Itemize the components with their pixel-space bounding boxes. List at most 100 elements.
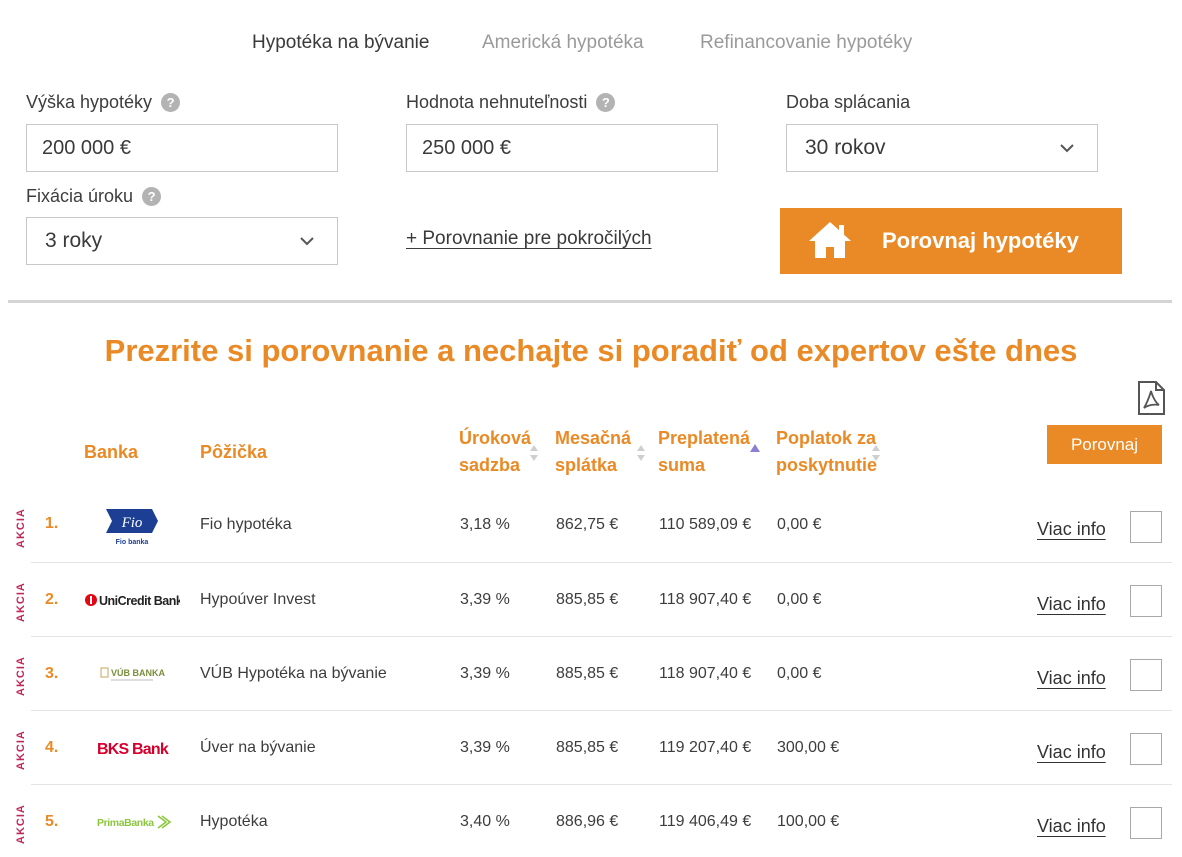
rank: 3. <box>45 665 59 682</box>
header-fee[interactable]: Poplatok za poskytnutie <box>776 425 877 479</box>
svg-text:VÚB BANKA: VÚB BANKA <box>111 667 166 678</box>
loan-name: Úver na bývanie <box>200 739 316 756</box>
more-info-link[interactable]: Viac info <box>1037 816 1106 837</box>
overpaid-sum: 118 907,40 € <box>659 591 752 608</box>
sort-icon[interactable] <box>529 444 539 462</box>
tab-americka-hypoteka[interactable]: Americká hypotéka <box>482 30 644 56</box>
table-row: AKCIA 5. PrimaBanka Hypotéka 3,40 % 886,… <box>0 785 1182 857</box>
overpaid-sum: 119 207,40 € <box>659 739 752 756</box>
promo-badge: AKCIA <box>15 508 27 548</box>
loan-name: Hypotéka <box>200 813 268 830</box>
monthly-payment: 885,85 € <box>556 591 619 608</box>
svg-text:BKS Bank: BKS Bank <box>97 741 169 758</box>
term-label: Doba splácania <box>786 92 911 112</box>
help-icon[interactable]: ? <box>161 93 181 112</box>
monthly-payment: 885,85 € <box>556 665 619 682</box>
monthly-payment: 862,75 € <box>556 516 619 533</box>
chevron-down-icon <box>300 237 314 246</box>
loan-name: VÚB Hypotéka na bývanie <box>200 665 387 682</box>
loan-amount-label: Výška hypotéky ? <box>26 92 181 113</box>
advanced-comparison-link[interactable]: + Porovnanie pre pokročilých <box>406 228 652 250</box>
more-info-link[interactable]: Viac info <box>1037 742 1106 763</box>
promo-badge: AKCIA <box>15 730 27 770</box>
bank-logo-unicredit: UniCredit Bank <box>82 577 182 623</box>
compare-mortgages-button[interactable]: Porovnaj hypotéky <box>780 208 1122 274</box>
property-value-label: Hodnota nehnuteľnosti ? <box>406 92 616 113</box>
table-row: AKCIA 2. UniCredit Bank Hypoúver Invest … <box>0 563 1182 637</box>
bank-logo-prima: PrimaBanka <box>82 799 182 845</box>
bank-logo-bks: BKS Bank <box>82 725 182 771</box>
promo-badge: AKCIA <box>15 582 27 622</box>
sort-icon[interactable] <box>636 444 646 462</box>
fee: 100,00 € <box>777 813 840 830</box>
compare-checkbox[interactable] <box>1130 659 1162 691</box>
more-info-link[interactable]: Viac info <box>1037 519 1106 540</box>
monthly-payment: 885,85 € <box>556 739 619 756</box>
header-bank: Banka <box>84 442 139 462</box>
promo-badge: AKCIA <box>15 656 27 696</box>
more-info-link[interactable]: Viac info <box>1037 668 1106 689</box>
rank: 4. <box>45 739 59 756</box>
table-row: AKCIA 4. BKS Bank Úver na bývanie 3,39 %… <box>0 711 1182 785</box>
compare-checkbox[interactable] <box>1130 733 1162 765</box>
svg-text:Fio banka: Fio banka <box>116 539 149 546</box>
rank: 1. <box>45 515 59 532</box>
tab-hypoteka-na-byvanie[interactable]: Hypotéka na bývanie <box>252 30 429 56</box>
compare-checkbox[interactable] <box>1130 807 1162 839</box>
rank: 5. <box>45 813 59 830</box>
fee: 0,00 € <box>777 591 822 608</box>
fee: 300,00 € <box>777 739 840 756</box>
header-rate[interactable]: Úroková sadzba <box>459 425 531 479</box>
help-icon[interactable]: ? <box>596 93 616 112</box>
chevron-down-icon <box>1060 144 1074 153</box>
section-divider <box>8 300 1172 303</box>
tab-refinancovanie[interactable]: Refinancovanie hypotéky <box>700 30 912 56</box>
fixation-select[interactable]: 3 roky <box>26 217 338 265</box>
rank: 2. <box>45 591 59 608</box>
compare-checkbox[interactable] <box>1130 511 1162 543</box>
svg-text:UniCredit Bank: UniCredit Bank <box>99 594 180 608</box>
interest-rate: 3,40 % <box>460 813 510 830</box>
loan-name: Fio hypotéka <box>200 516 292 533</box>
svg-text:PrimaBanka: PrimaBanka <box>97 817 154 829</box>
fixation-label: Fixácia úroku ? <box>26 186 162 207</box>
svg-text:AKCIA: AKCIA <box>15 730 27 770</box>
property-value-input[interactable]: 250 000 € <box>406 124 718 172</box>
overpaid-sum: 119 406,49 € <box>659 813 752 830</box>
header-loan: Pôžička <box>200 442 268 462</box>
fee: 0,00 € <box>777 665 822 682</box>
comparison-headline: Prezrite si porovnanie a nechajte si por… <box>104 333 1078 368</box>
svg-text:AKCIA: AKCIA <box>15 804 27 844</box>
help-icon[interactable]: ? <box>142 187 162 206</box>
more-info-link[interactable]: Viac info <box>1037 594 1106 615</box>
compare-selected-button[interactable]: Porovnaj <box>1047 425 1162 464</box>
svg-text:Fio: Fio <box>121 515 143 531</box>
promo-badge: AKCIA <box>15 804 27 844</box>
fee: 0,00 € <box>777 516 822 533</box>
overpaid-sum: 110 589,09 € <box>659 516 752 533</box>
sort-icon[interactable] <box>871 444 881 462</box>
svg-text:AKCIA: AKCIA <box>15 656 27 696</box>
house-icon <box>809 222 851 258</box>
header-overpaid[interactable]: Preplatená suma <box>658 425 750 479</box>
sort-asc-icon[interactable] <box>750 436 760 454</box>
header-monthly[interactable]: Mesačná splátka <box>555 425 631 479</box>
overpaid-sum: 118 907,40 € <box>659 665 752 682</box>
svg-text:AKCIA: AKCIA <box>15 582 27 622</box>
loan-name: Hypoúver Invest <box>200 591 316 608</box>
table-row: AKCIA 3. VÚB BANKA VÚB Hypotéka na bývan… <box>0 637 1182 711</box>
interest-rate: 3,18 % <box>460 516 510 533</box>
table-row: AKCIA 1. Fio Fio banka Fio hypotéka 3,18… <box>0 489 1182 563</box>
svg-text:AKCIA: AKCIA <box>15 508 27 548</box>
bank-logo-fio: Fio Fio banka <box>82 503 182 549</box>
interest-rate: 3,39 % <box>460 591 510 608</box>
interest-rate: 3,39 % <box>460 665 510 682</box>
monthly-payment: 886,96 € <box>556 813 619 830</box>
pdf-icon[interactable] <box>1136 381 1166 415</box>
compare-checkbox[interactable] <box>1130 585 1162 617</box>
bank-logo-vub: VÚB BANKA <box>82 651 182 697</box>
interest-rate: 3,39 % <box>460 739 510 756</box>
term-select[interactable]: 30 rokov <box>786 124 1098 172</box>
mortgage-type-tabs: Hypotéka na bývanie Americká hypotéka Re… <box>0 30 1182 56</box>
loan-amount-input[interactable]: 200 000 € <box>26 124 338 172</box>
